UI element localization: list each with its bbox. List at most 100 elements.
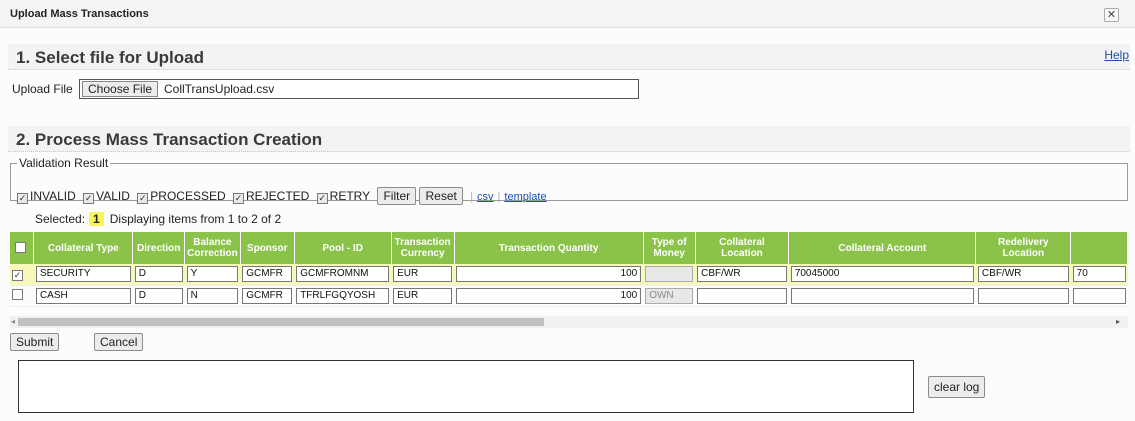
reset-button[interactable]: Reset <box>419 187 463 205</box>
sponsor-field[interactable]: GCMFR <box>242 266 293 283</box>
table-cell: N <box>184 285 241 307</box>
filter-label-invalid: INVALID <box>30 189 76 203</box>
clear-log-button[interactable]: clear log <box>928 376 986 398</box>
collateral-location-field[interactable] <box>697 287 787 304</box>
selection-status: Selected: 1 Displaying items from 1 to 2 o… <box>35 212 281 226</box>
horizontal-scrollbar[interactable]: ◂ ▸ <box>10 316 1128 328</box>
close-icon[interactable]: ✕ <box>1104 8 1119 22</box>
pool-id-field[interactable]: TFRLFGQYOSH <box>296 287 390 304</box>
column-header-overflow <box>1070 232 1128 264</box>
column-header[interactable]: Balance Correction <box>184 232 241 264</box>
row-checkbox[interactable] <box>12 289 23 300</box>
sponsor-field[interactable]: GCMFR <box>242 287 293 304</box>
select-all-checkbox[interactable] <box>15 241 27 253</box>
section-process: 2. Process Mass Transaction Creation <box>8 126 1130 152</box>
link-separator: | <box>470 191 474 203</box>
section-1-heading: 1. Select file for Upload <box>16 48 204 67</box>
collateral-location-field[interactable]: CBF/WR <box>697 266 787 283</box>
row-checkbox[interactable]: ✓ <box>12 269 23 281</box>
table-cell: 100 <box>454 285 644 307</box>
collateral-account-field[interactable] <box>790 287 974 304</box>
balance-correction-field[interactable]: N <box>186 287 239 304</box>
cancel-button[interactable]: Cancel <box>94 333 144 351</box>
redelivery-location-field[interactable]: CBF/WR <box>977 266 1069 283</box>
select-all-header[interactable] <box>10 232 35 264</box>
overflow-field[interactable] <box>1072 287 1126 304</box>
table-header-row: Collateral Type Direction Balance Correc… <box>10 232 1128 264</box>
transactions-grid: Collateral Type Direction Balance Correc… <box>10 232 1128 316</box>
checkbox-retry[interactable]: ✓ <box>316 193 328 204</box>
window-title: Upload Mass Transactions <box>10 8 149 20</box>
table-cell: GCMFROMNM <box>294 264 392 286</box>
window-titlebar: Upload Mass Transactions ✕ <box>0 0 1135 28</box>
currency-field[interactable]: EUR <box>393 287 453 304</box>
pool-id-field[interactable]: GCMFROMNM <box>296 266 390 283</box>
help-link[interactable]: Help <box>1104 48 1129 62</box>
filter-label-rejected: REJECTED <box>245 189 310 203</box>
table-cell <box>975 285 1071 307</box>
table-cell <box>695 285 789 307</box>
balance-correction-field[interactable]: Y <box>186 266 239 283</box>
filter-button[interactable]: Filter <box>377 187 417 205</box>
collateral-type-field[interactable]: SECURITY <box>35 266 131 283</box>
filter-label-processed: PROCESSED <box>150 189 226 203</box>
csv-link[interactable]: csv <box>477 191 494 203</box>
redelivery-location-field[interactable] <box>977 287 1069 304</box>
transactions-table: Collateral Type Direction Balance Correc… <box>10 232 1128 307</box>
table-cell: 70045000 <box>788 264 976 286</box>
submit-button[interactable]: Submit <box>10 333 60 351</box>
selected-count-badge: 1 <box>89 212 104 226</box>
column-header[interactable]: Collateral Location <box>695 232 790 264</box>
filter-label-valid: VALID <box>96 189 130 203</box>
column-header[interactable]: Transaction Quantity <box>454 232 644 264</box>
table-cell: EUR <box>391 285 455 307</box>
table-cell: D <box>132 264 185 286</box>
checkbox-rejected[interactable]: ✓ <box>232 193 244 204</box>
choose-file-button[interactable]: Choose File <box>82 81 159 97</box>
table-cell: TFRLFGQYOSH <box>294 285 392 307</box>
upload-file-input[interactable]: Choose File CollTransUpload.csv <box>79 79 639 99</box>
column-header[interactable]: Type of Money <box>643 232 696 264</box>
log-output-area[interactable] <box>18 360 914 413</box>
column-header[interactable]: Collateral Account <box>788 232 977 264</box>
selected-file-name: CollTransUpload.csv <box>164 82 275 96</box>
row-select-cell[interactable]: ✓ <box>10 264 34 286</box>
direction-field[interactable]: D <box>134 266 183 283</box>
column-header[interactable]: Redelivery Location <box>975 232 1072 264</box>
row-select-cell[interactable] <box>10 285 34 307</box>
scrollbar-thumb[interactable] <box>18 318 544 326</box>
validation-result-group: Validation Result ✓ INVALID ✓ VALID ✓ PROCE… <box>10 156 1128 205</box>
scroll-right-icon[interactable]: ▸ <box>1116 316 1120 328</box>
collateral-type-field[interactable]: CASH <box>35 287 131 304</box>
checkbox-invalid[interactable]: ✓ <box>17 193 28 204</box>
table-row[interactable]: CASH D N GCMFR TFRLFGQYOSH EUR 100 OWN <box>10 285 1128 307</box>
column-header[interactable]: Pool - ID <box>294 232 392 264</box>
quantity-field[interactable]: 100 <box>456 287 642 304</box>
quantity-field[interactable]: 100 <box>456 266 642 283</box>
type-of-money-field <box>645 266 694 283</box>
collateral-account-field[interactable]: 70045000 <box>790 266 974 283</box>
table-row[interactable]: ✓ SECURITY D Y GCMFR GCMFROMNM EUR 100 C… <box>10 264 1128 286</box>
scroll-left-icon[interactable]: ◂ <box>11 316 15 328</box>
table-cell: GCMFR <box>240 285 295 307</box>
checkbox-processed[interactable]: ✓ <box>137 193 149 204</box>
template-link[interactable]: template <box>504 191 546 203</box>
table-cell: OWN <box>643 285 696 307</box>
column-header[interactable]: Direction <box>132 232 186 264</box>
checkbox-valid[interactable]: ✓ <box>83 193 95 204</box>
direction-field[interactable]: D <box>134 287 183 304</box>
overflow-field[interactable]: 70 <box>1072 266 1126 283</box>
upload-file-label: Upload File <box>12 82 73 96</box>
table-cell <box>1070 285 1128 307</box>
table-cell: GCMFR <box>240 264 295 286</box>
display-range-text: Displaying items from 1 to 2 of 2 <box>109 212 282 226</box>
currency-field[interactable]: EUR <box>393 266 453 283</box>
section-2-heading: 2. Process Mass Transaction Creation <box>16 130 323 149</box>
section-select-file: 1. Select file for Upload <box>8 44 1130 70</box>
type-of-money-field: OWN <box>645 287 694 304</box>
column-header[interactable]: Transaction Currency <box>391 232 455 264</box>
table-cell <box>788 285 976 307</box>
column-header[interactable]: Collateral Type <box>33 232 134 264</box>
validation-legend: Validation Result <box>19 156 109 170</box>
column-header[interactable]: Sponsor <box>240 232 295 264</box>
